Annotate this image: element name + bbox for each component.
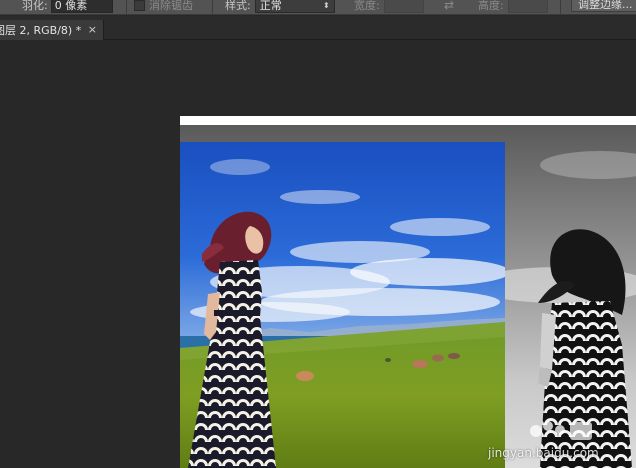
style-select-value: 正常 xyxy=(259,0,282,12)
canvas-white-strip xyxy=(180,116,636,125)
width-input[interactable] xyxy=(383,0,424,13)
document-canvas[interactable]: jingyan.baidu.com xyxy=(180,116,636,468)
document-tab-title: 图层 2, RGB/8) * xyxy=(0,24,82,37)
height-label: 高度: xyxy=(478,0,504,12)
swap-group[interactable]: ⇄ xyxy=(444,0,454,14)
refine-edge-group: 调整边缘... xyxy=(571,0,636,13)
antialias-group[interactable]: 消除锯齿 xyxy=(134,0,193,14)
document-tab[interactable]: 图层 2, RGB/8) * × xyxy=(0,20,104,40)
color-photo-layer xyxy=(180,142,505,468)
separator xyxy=(212,0,213,14)
width-label: 宽度: xyxy=(354,0,380,12)
antialias-checkbox[interactable] xyxy=(134,0,145,11)
feather-input[interactable]: 0 像素 xyxy=(50,0,113,13)
watermark-logo xyxy=(530,421,592,440)
style-group: 样式: 正常 ⬍ xyxy=(225,0,335,14)
refine-edge-button[interactable]: 调整边缘... xyxy=(571,0,636,12)
separator xyxy=(560,0,561,14)
separator xyxy=(126,0,127,14)
height-input[interactable] xyxy=(507,0,548,13)
workspace: jingyan.baidu.com xyxy=(0,41,636,468)
swap-arrows-icon[interactable]: ⇄ xyxy=(444,0,454,12)
style-label: 样式: xyxy=(225,0,251,12)
feather-label: 羽化: xyxy=(22,0,48,12)
document-tab-bar: 图层 2, RGB/8) * × xyxy=(0,16,636,40)
updown-arrows-icon: ⬍ xyxy=(323,0,330,10)
watermark-text: jingyan.baidu.com xyxy=(488,446,599,460)
options-bar: 羽化: 0 像素 消除锯齿 样式: 正常 ⬍ 宽度: ⇄ 高度: 调整边缘... xyxy=(0,0,636,15)
close-icon[interactable]: × xyxy=(88,23,97,36)
antialias-label: 消除锯齿 xyxy=(149,0,193,12)
feather-group: 羽化: 0 像素 xyxy=(22,0,113,14)
height-group: 高度: xyxy=(478,0,548,14)
style-select[interactable]: 正常 ⬍ xyxy=(254,0,335,13)
width-group: 宽度: xyxy=(354,0,424,14)
